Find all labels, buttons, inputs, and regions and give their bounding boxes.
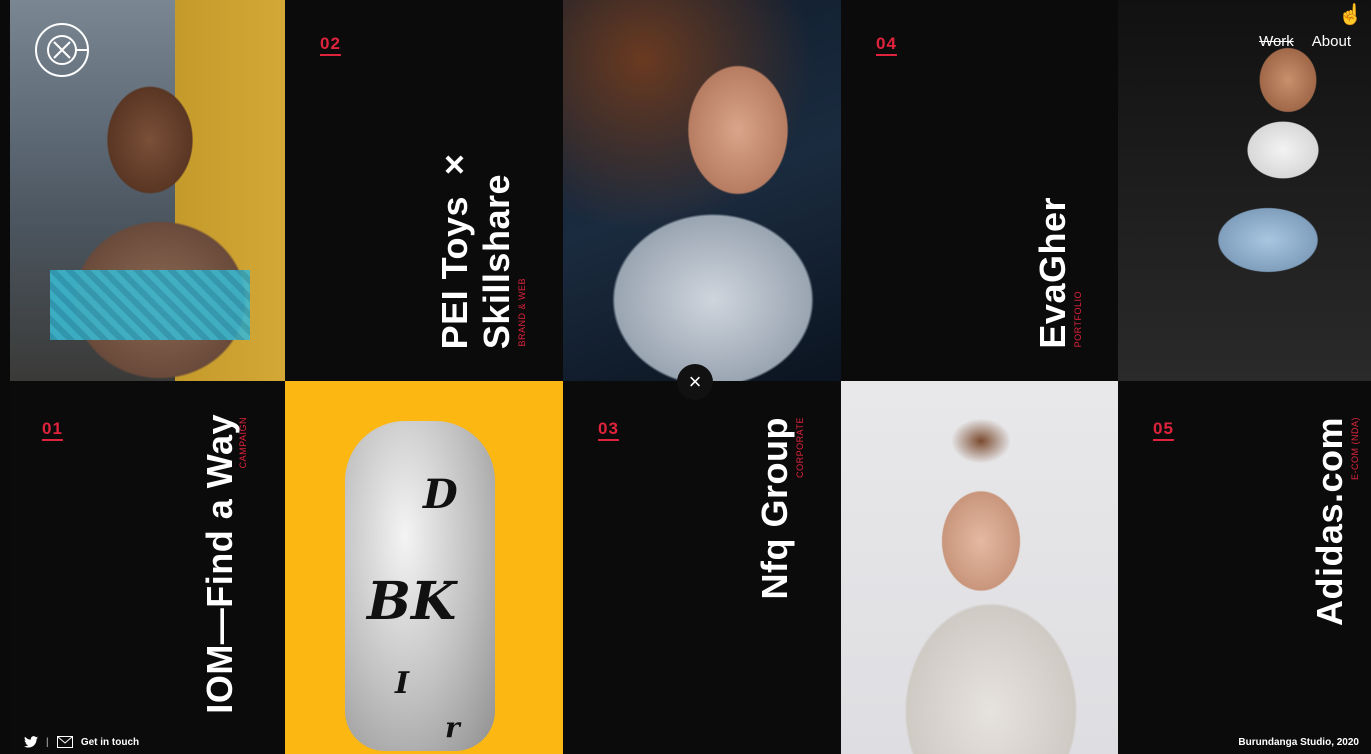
- mail-icon[interactable]: [56, 736, 73, 748]
- logo-icon: [35, 23, 89, 77]
- toy-photo: D BK I r: [285, 381, 563, 754]
- evagher-photo-tile[interactable]: [841, 381, 1118, 754]
- project-title: IOM—Find a Way: [199, 414, 240, 714]
- portfolio-grid: 02 PEI Toys × Skillshare BRAND & WEB 04 …: [0, 0, 1371, 754]
- toy-graphic: r: [445, 711, 460, 744]
- get-in-touch-link[interactable]: Get in touch: [81, 737, 139, 748]
- project-title: Adidas.com: [1309, 417, 1350, 627]
- project-title: Nfq Group: [754, 417, 795, 600]
- project-number: 04: [876, 34, 897, 53]
- project-category: E-COM (NDA): [1350, 417, 1360, 480]
- nfq-photo-tile[interactable]: [563, 0, 841, 381]
- project-tile-iom[interactable]: 01 IOM—Find a Way CAMPAIGN: [10, 381, 285, 754]
- toy-graphic: D: [423, 471, 458, 518]
- project-category: PORTFOLIO: [1073, 290, 1083, 347]
- nav-about-link[interactable]: About: [1312, 33, 1351, 50]
- project-title-line2: Skillshare: [476, 173, 517, 349]
- project-tile-adidas[interactable]: 05 Adidas.com E-COM (NDA): [1118, 381, 1371, 754]
- project-category: BRAND & WEB: [517, 278, 527, 347]
- model-photo: [841, 381, 1118, 754]
- footer-divider: |: [46, 736, 49, 748]
- athlete-photo: [1118, 0, 1371, 381]
- adidas-photo-tile[interactable]: [1118, 0, 1371, 381]
- nav-work-link[interactable]: Work: [1259, 33, 1294, 50]
- project-category: CAMPAIGN: [238, 417, 248, 469]
- project-number: 03: [598, 419, 619, 438]
- toy-graphic: BK: [367, 571, 457, 632]
- close-icon: ×: [688, 369, 702, 394]
- main-nav: Work About: [1259, 33, 1351, 50]
- project-number: 01: [42, 419, 63, 438]
- project-category: CORPORATE: [795, 417, 805, 478]
- pei-toys-photo-tile[interactable]: D BK I r: [285, 381, 563, 754]
- close-button[interactable]: ×: [677, 364, 713, 400]
- project-tile-nfq[interactable]: 03 Nfq Group CORPORATE: [563, 381, 841, 754]
- studio-logo[interactable]: [34, 22, 90, 78]
- project-number: 05: [1153, 419, 1174, 438]
- project-title: PEI Toys ×: [434, 143, 475, 349]
- toy-figure: D BK I r: [345, 421, 495, 751]
- twitter-icon[interactable]: [24, 736, 38, 748]
- copyright-text: Burundanga Studio, 2020: [1238, 737, 1359, 748]
- project-tile-pei-toys[interactable]: 02 PEI Toys × Skillshare BRAND & WEB: [285, 0, 563, 381]
- footer-contact: | Get in touch: [24, 736, 139, 748]
- girl-photo: [563, 0, 841, 381]
- hand-cursor-icon: ☝: [1338, 4, 1363, 26]
- project-tile-evagher[interactable]: 04 EvaGher PORTFOLIO: [841, 0, 1118, 381]
- project-title: EvaGher: [1032, 197, 1073, 349]
- project-number: 02: [320, 34, 341, 53]
- toy-graphic: I: [395, 666, 410, 701]
